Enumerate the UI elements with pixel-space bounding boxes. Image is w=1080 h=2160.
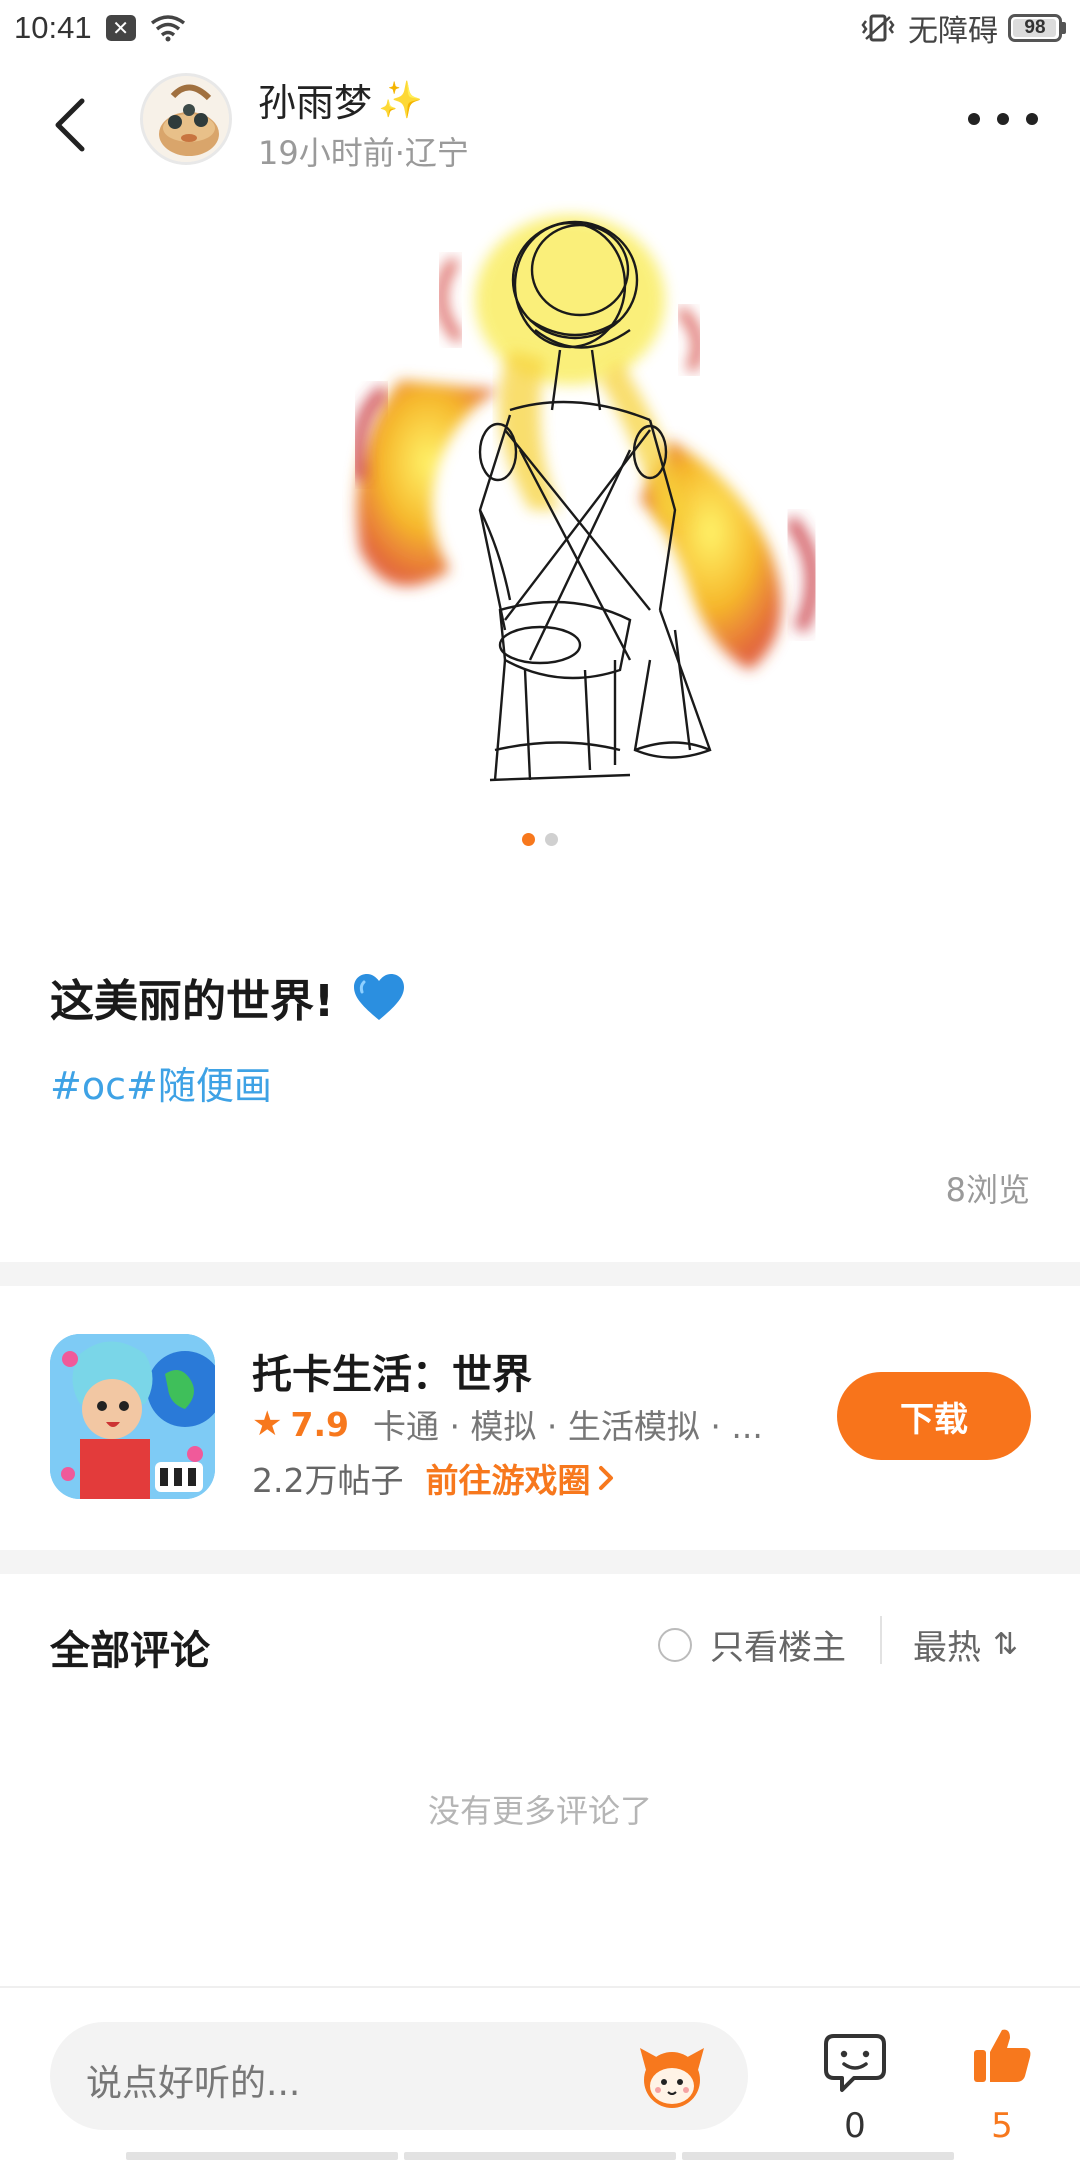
comments-header: 全部评论 只看楼主 最热 ⇅ (0, 1574, 1080, 1714)
like-count: 5 (991, 2106, 1013, 2146)
author-name-row[interactable]: 孙雨梦 ✨ (258, 72, 423, 127)
notification-x-icon: ✕ (105, 15, 136, 41)
sparkle-badge-icon: ✨ (378, 79, 423, 121)
accessibility-label: 无障碍 (908, 14, 998, 49)
image-pager (522, 833, 558, 846)
bottom-action-bar: 说点好听的... 0 5 (0, 1986, 1080, 2160)
post-title: 这美丽的世界! (50, 976, 335, 1027)
battery-level: 98 (1024, 17, 1046, 38)
radio-button[interactable] (658, 1627, 692, 1662)
no-more-comments: 没有更多评论了 (427, 1792, 652, 1830)
owner-only-toggle[interactable]: 只看楼主 (658, 1620, 846, 1669)
pager-dot (522, 833, 535, 846)
download-button[interactable]: 下载 (837, 1372, 1031, 1460)
more-options-button[interactable] (968, 104, 1038, 134)
battery-icon: 98 (1008, 14, 1066, 42)
sort-divider (880, 1616, 882, 1664)
sort-order-icon: ⇅ (993, 1627, 1019, 1662)
sort-label: 最热 (913, 1628, 981, 1668)
more-dot (997, 113, 1009, 125)
game-genres: 卡通 · 模拟 · 生活模拟 · ... (372, 1407, 763, 1446)
comments-title: 全部评论 (50, 1628, 210, 1674)
comment-count: 0 (844, 2106, 866, 2146)
author-avatar[interactable] (140, 73, 232, 165)
more-dot (1026, 113, 1038, 125)
game-app-icon[interactable] (50, 1334, 215, 1499)
post-time-location: 19小时前·辽宁 (258, 134, 469, 172)
game-post-count: 2.2万帖子 (252, 1461, 404, 1500)
comment-bubble-icon[interactable] (820, 2028, 890, 2098)
back-button[interactable] (40, 90, 100, 160)
post-tags[interactable]: #oc#随便画 (50, 1055, 272, 1110)
section-divider (0, 1262, 1080, 1286)
status-bar: 10:41 ✕ 无障碍 98 (0, 0, 1080, 56)
star-icon: ★ (252, 1404, 283, 1444)
author-name: 孙雨梦 (258, 81, 373, 125)
game-card[interactable]: 托卡生活：世界 ★ 7.9 卡通 · 模拟 · 生活模拟 · ... 2.2万帖… (0, 1286, 1080, 1550)
owner-only-label: 只看楼主 (710, 1628, 846, 1668)
blue-heart-emoji-icon (354, 974, 405, 1020)
mascot-emoji-icon[interactable] (636, 2040, 708, 2112)
vibrate-icon (861, 14, 895, 42)
wifi-icon (150, 15, 185, 42)
post-header: 孙雨梦 ✨ 19小时前·辽宁 (0, 60, 1080, 190)
avatar-image (143, 76, 229, 162)
view-count: 8浏览 (945, 1171, 1030, 1209)
section-divider (0, 1550, 1080, 1574)
comment-input-placeholder: 说点好听的... (86, 2063, 301, 2104)
game-rating-row: ★ 7.9 卡通 · 模拟 · 生活模拟 · ... (252, 1400, 763, 1448)
status-left: 10:41 ✕ (14, 10, 186, 46)
goto-game-circle-link[interactable]: 前往游戏圈 (425, 1454, 590, 1502)
game-name[interactable]: 托卡生活：世界 (252, 1342, 532, 1400)
comment-input[interactable]: 说点好听的... (50, 2022, 748, 2130)
pager-dot (545, 833, 558, 846)
post-title-row: 这美丽的世界! (50, 965, 406, 1029)
status-time: 10:41 (14, 10, 92, 45)
game-rating: 7.9 (290, 1404, 349, 1444)
sort-button[interactable]: 最热 ⇅ (913, 1620, 1018, 1669)
post-image[interactable] (330, 190, 890, 830)
status-right: 无障碍 98 (858, 6, 1066, 50)
home-indicator (126, 2152, 954, 2160)
chevron-right-icon (599, 1466, 614, 1490)
thumbs-up-icon[interactable] (970, 2024, 1034, 2088)
more-dot (968, 113, 980, 125)
game-bottom-row: 2.2万帖子 前往游戏圈 (252, 1454, 616, 1502)
chevron-left-icon (55, 98, 85, 152)
